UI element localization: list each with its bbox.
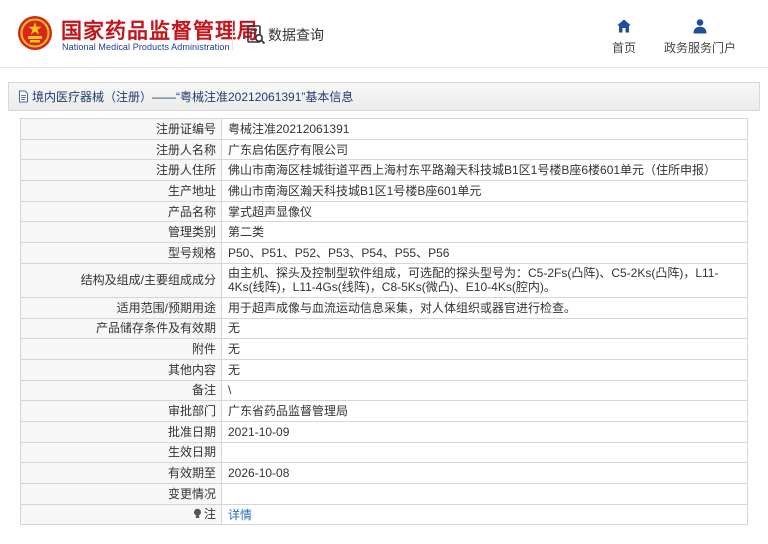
- nav-home[interactable]: 首页: [606, 18, 642, 56]
- table-row: 审批部门 广东省药品监督管理局: [20, 400, 748, 422]
- field-value: 掌式超声显像仪: [221, 200, 748, 223]
- nav-home-label: 首页: [611, 41, 636, 55]
- table-row: 产品储存条件及有效期无: [20, 317, 748, 340]
- org-name-english: National Medical Products Administration: [62, 42, 230, 52]
- table-row: 附件无: [20, 338, 748, 360]
- field-value: 无: [221, 338, 748, 360]
- table-row: 管理类别 第二类: [20, 221, 748, 244]
- field-label: 变更情况: [20, 483, 222, 505]
- note-label-text: 注: [203, 506, 216, 521]
- field-value: [221, 483, 748, 505]
- nav-service-portal-label: 政务服务门户: [663, 41, 736, 55]
- home-icon: [617, 19, 631, 33]
- field-value: 2021-10-09: [221, 420, 748, 443]
- field-label: 其他内容: [20, 358, 222, 381]
- nav-service-portal[interactable]: 政务服务门户: [661, 18, 739, 56]
- org-name: 国家药品监督管理局: [61, 20, 259, 43]
- field-value: \: [221, 379, 748, 402]
- national-emblem-icon: [18, 16, 52, 50]
- field-label: 有效期至: [20, 462, 222, 484]
- field-label: 适用范围/预期用途: [20, 296, 222, 319]
- field-value: 佛山市南海区瀚天科技城B1区1号楼B座601单元: [221, 180, 748, 202]
- header-divider: [232, 20, 233, 50]
- field-value: 由主机、探头及控制型软件组成，可选配的探头型号为：C5-2Fs(凸阵)、C5-2…: [221, 262, 748, 298]
- field-label: 批准日期: [20, 420, 222, 443]
- table-row: 注册人住所 佛山市南海区桂城街道平西上海村东平路瀚天科技城B1区1号楼B座6楼60…: [20, 159, 748, 182]
- field-label: 生效日期: [20, 441, 222, 464]
- table-row: 注册证编号 粤械注准20212061391: [20, 118, 748, 140]
- field-label: 注册证编号: [20, 118, 222, 140]
- table-row: 变更情况: [20, 483, 748, 505]
- field-value: 2026-10-08: [221, 462, 748, 484]
- table-row: 结构及组成/主要组成成分 由主机、探头及控制型软件组成，可选配的探头型号为：C5-…: [20, 262, 748, 298]
- table-row: 适用范围/预期用途 用于超声成像与血流运动信息采集，对人体组织或器官进行检查。: [20, 296, 748, 319]
- user-icon: [693, 19, 707, 34]
- note-value: 详情: [221, 503, 748, 526]
- field-value: 广东省药品监督管理局: [221, 400, 748, 422]
- field-value: 粤械注准20212061391: [221, 118, 748, 140]
- field-value: P50、P51、P52、P53、P54、P55、P56: [221, 242, 748, 264]
- breadcrumb-text: 境内医疗器械（注册）——“粤械注准20212061391”基本信息: [32, 90, 354, 104]
- table-row: 生效日期: [20, 441, 748, 464]
- document-icon: [19, 90, 28, 103]
- details-link[interactable]: 详情: [228, 508, 252, 522]
- field-label: 注册人住所: [20, 159, 222, 182]
- data-query-label: 数据查询: [268, 27, 324, 43]
- note-label: 注: [192, 507, 216, 521]
- field-value: 第二类: [221, 221, 748, 244]
- table-row: 注册人名称 广东启佑医疗有限公司: [20, 138, 748, 161]
- table-row: 其他内容无: [20, 358, 748, 381]
- data-query-link[interactable]: 数据查询: [246, 22, 324, 48]
- table-row: 生产地址 佛山市南海区瀚天科技城B1区1号楼B座601单元: [20, 180, 748, 202]
- field-label: 管理类别: [20, 221, 222, 244]
- table-row-note: 注 详情: [20, 503, 748, 526]
- table-row: 型号规格 P50、P51、P52、P53、P54、P55、P56: [20, 242, 748, 264]
- field-value: 无: [221, 317, 748, 340]
- field-label: 产品名称: [20, 200, 222, 223]
- field-label: 注册人名称: [20, 138, 222, 161]
- site-header: 国家药品监督管理局 National Medical Products Admi…: [0, 0, 768, 68]
- breadcrumb: 境内医疗器械（注册）——“粤械注准20212061391”基本信息: [8, 82, 760, 111]
- field-label: 审批部门: [20, 400, 222, 422]
- field-value: 佛山市南海区桂城街道平西上海村东平路瀚天科技城B1区1号楼B座6楼601单元（住…: [221, 159, 748, 182]
- field-label: 结构及组成/主要组成成分: [20, 262, 222, 298]
- field-label: 生产地址: [20, 180, 222, 202]
- field-label: 备注: [20, 379, 222, 402]
- table-row: 产品名称 掌式超声显像仪: [20, 200, 748, 223]
- table-row: 备注 \: [20, 379, 748, 402]
- registration-info-table: 注册证编号 粤械注准20212061391 注册人名称 广东启佑医疗有限公司 注册人…: [20, 118, 748, 526]
- field-label: 型号规格: [20, 242, 222, 264]
- document-search-icon: [247, 25, 266, 45]
- field-value: [221, 441, 748, 464]
- field-value: 广东启佑医疗有限公司: [221, 138, 748, 161]
- lightbulb-icon: [193, 509, 201, 519]
- table-row: 批准日期 2021-10-09: [20, 420, 748, 443]
- field-value: 无: [221, 358, 748, 381]
- field-label: 产品储存条件及有效期: [20, 317, 222, 340]
- table-row: 有效期至 2026-10-08: [20, 462, 748, 484]
- note-label-cell: 注: [20, 503, 222, 526]
- field-label: 附件: [20, 338, 222, 360]
- field-value: 用于超声成像与血流运动信息采集，对人体组织或器官进行检查。: [221, 296, 748, 319]
